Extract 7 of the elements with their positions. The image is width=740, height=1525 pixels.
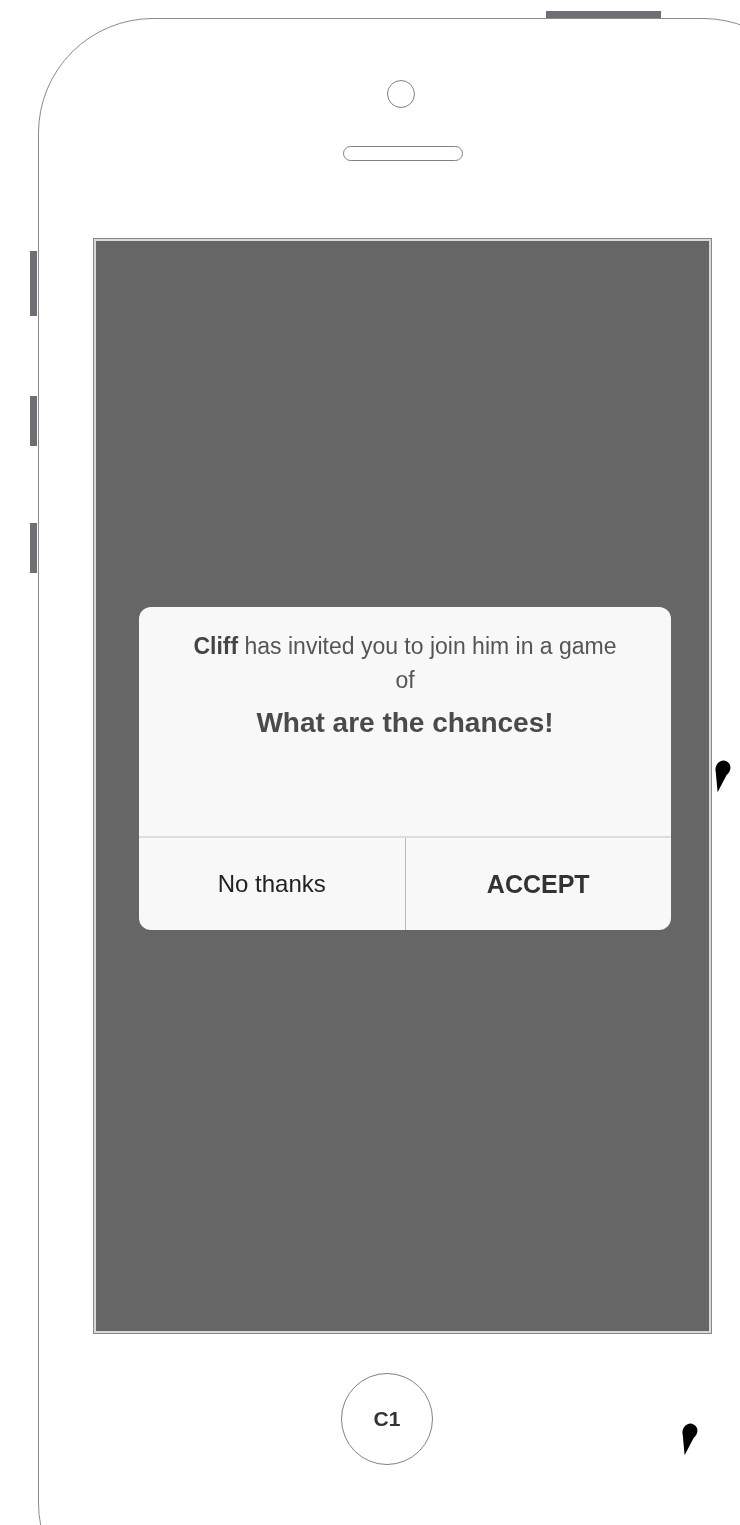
teardrop-icon <box>714 759 732 793</box>
decline-button[interactable]: No thanks <box>139 838 405 930</box>
home-button[interactable]: C1 <box>341 1373 433 1465</box>
teardrop-icon <box>681 1422 699 1456</box>
accept-button[interactable]: ACCEPT <box>404 838 671 930</box>
game-title: What are the chances! <box>256 707 554 739</box>
invite-message: Cliff has invited you to join him in a game of <box>192 632 618 695</box>
